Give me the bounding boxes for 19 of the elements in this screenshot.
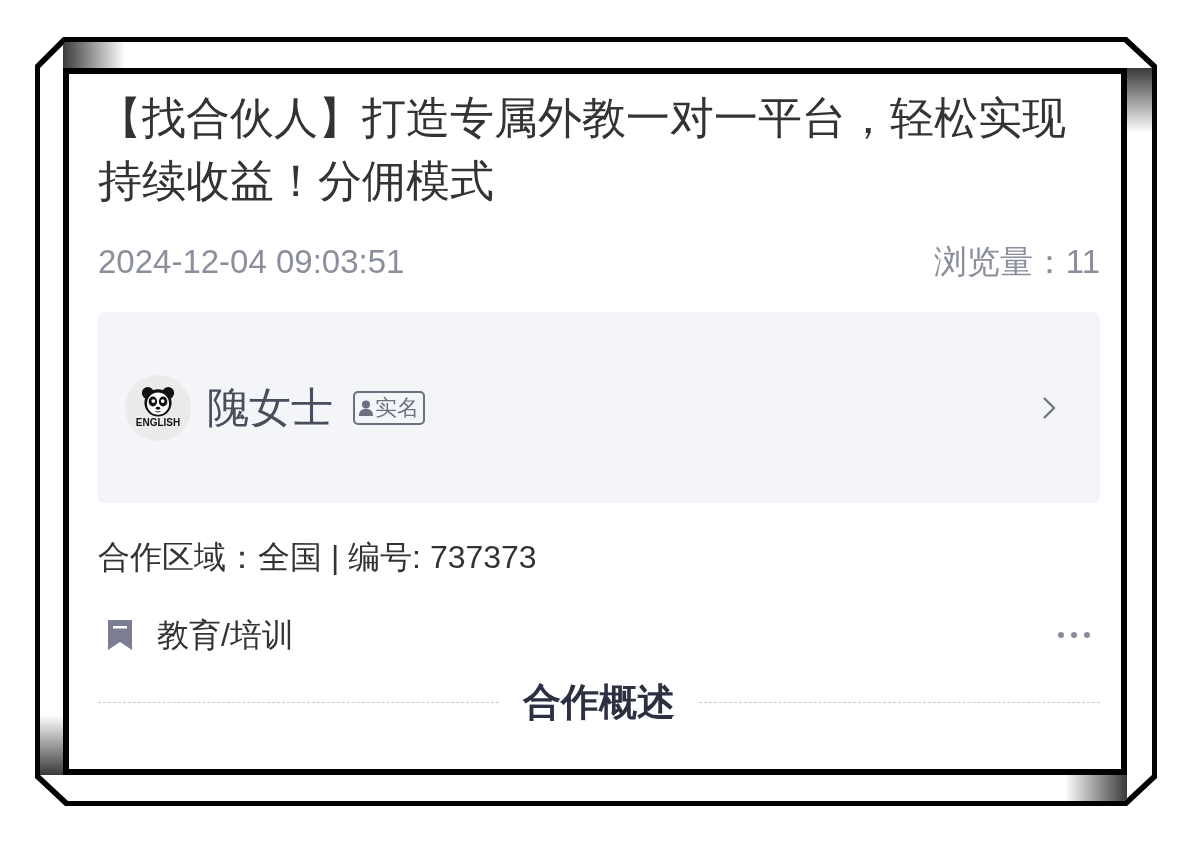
- chevron-right-icon: [1042, 395, 1056, 420]
- frame-shading: [1127, 68, 1152, 133]
- frame-shading: [40, 715, 63, 775]
- post-title: 【找合伙人】打造专属外教一对一平台，轻松实现持续收益！分佣模式: [98, 92, 1067, 207]
- publisher-card[interactable]: ENGLISH 隗女士 实名: [98, 312, 1100, 503]
- category-label: 教育/培训: [157, 616, 294, 655]
- panda-icon: [141, 386, 175, 417]
- post-datetime: 2024-12-04 09:03:51: [98, 242, 405, 282]
- badge-label: 实名: [375, 394, 419, 421]
- publisher-name: 隗女士: [207, 382, 333, 433]
- view-count: 浏览量：11: [933, 242, 1100, 282]
- person-icon: [359, 399, 373, 416]
- frame-shading: [63, 42, 125, 68]
- frame-shading: [1065, 775, 1127, 801]
- logo-text: ENGLISH: [135, 417, 181, 429]
- cooperation-info: 合作区域：全国 | 编号: 737373: [98, 538, 538, 577]
- more-icon[interactable]: [1058, 632, 1090, 638]
- section-title: 合作概述: [523, 680, 675, 724]
- bookmark-icon: [107, 620, 133, 650]
